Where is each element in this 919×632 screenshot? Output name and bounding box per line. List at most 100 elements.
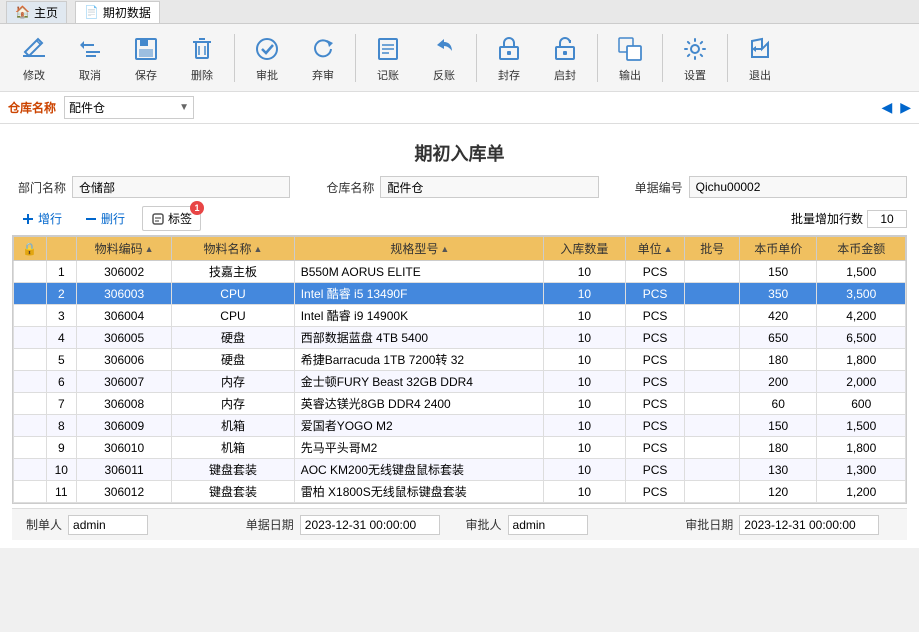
row-code[interactable]: 306003 xyxy=(77,283,172,305)
tag-button[interactable]: 标签 1 xyxy=(142,206,201,231)
dept-input[interactable] xyxy=(72,176,290,198)
row-lock xyxy=(14,327,47,349)
row-unit: PCS xyxy=(625,327,685,349)
account-button[interactable]: 记账 xyxy=(362,30,414,86)
reversal-icon xyxy=(428,33,460,65)
table-row[interactable]: 5 306006 硬盘 希捷Barracuda 1TB 7200转 32 10 … xyxy=(14,349,906,371)
row-qty: 10 xyxy=(544,305,626,327)
row-num: 4 xyxy=(46,327,76,349)
row-num: 7 xyxy=(46,393,76,415)
docnum-input[interactable] xyxy=(689,176,907,198)
row-spec: B550M AORUS ELITE xyxy=(294,261,543,283)
row-qty: 10 xyxy=(544,327,626,349)
warehouse-select[interactable]: 配件仓 ▼ xyxy=(64,96,194,119)
table-row[interactable]: 2 306003 CPU Intel 酷睿 i5 13490F 10 PCS 3… xyxy=(14,283,906,305)
table-row[interactable]: 6 306007 内存 金士顿FURY Beast 32GB DDR4 10 P… xyxy=(14,371,906,393)
export-button[interactable]: 输出 xyxy=(604,30,656,86)
row-amount: 4,200 xyxy=(817,305,906,327)
row-batch xyxy=(685,459,739,481)
unseal-button[interactable]: 启封 xyxy=(539,30,591,86)
approve-button[interactable]: 审批 xyxy=(241,30,293,86)
row-code[interactable]: 306006 xyxy=(77,349,172,371)
th-code-sort-icon[interactable]: ▲ xyxy=(145,244,154,254)
row-name: 键盘套装 xyxy=(172,481,294,503)
row-batch xyxy=(685,305,739,327)
warehouse-name-label: 仓库名称 xyxy=(320,177,380,198)
toolbar-sep-5 xyxy=(662,34,663,82)
abandon-button[interactable]: 弃审 xyxy=(297,30,349,86)
nav-prev-icon[interactable]: ◀ xyxy=(881,99,892,116)
approver-input[interactable] xyxy=(508,515,588,535)
approve-label: 审批 xyxy=(256,67,278,83)
cancel-button[interactable]: 取消 xyxy=(64,30,116,86)
th-name-sort-icon[interactable]: ▲ xyxy=(254,244,263,254)
approvedate-input[interactable] xyxy=(739,515,879,535)
th-unit[interactable]: 单位 ▲ xyxy=(625,237,685,261)
table-row[interactable]: 7 306008 内存 英睿达镁光8GB DDR4 2400 10 PCS 60… xyxy=(14,393,906,415)
settings-button[interactable]: 设置 xyxy=(669,30,721,86)
title-bar: 🏠 主页 📄 期初数据 xyxy=(0,0,919,24)
edit-button[interactable]: 修改 xyxy=(8,30,60,86)
table-row[interactable]: 4 306005 硬盘 西部数据蓝盘 4TB 5400 10 PCS 650 6… xyxy=(14,327,906,349)
row-lock xyxy=(14,371,47,393)
batch-add-input[interactable] xyxy=(867,210,907,228)
save-button[interactable]: 保存 xyxy=(120,30,172,86)
th-spec[interactable]: 规格型号 ▲ xyxy=(294,237,543,261)
table-row[interactable]: 9 306010 机箱 先马平头哥M2 10 PCS 180 1,800 xyxy=(14,437,906,459)
settings-icon xyxy=(679,33,711,65)
tag-badge: 1 xyxy=(190,201,204,215)
table-row[interactable]: 8 306009 机箱 爱国者YOGO M2 10 PCS 150 1,500 xyxy=(14,415,906,437)
th-code[interactable]: 物料编码 ▲ xyxy=(77,237,172,261)
row-code[interactable]: 306012 xyxy=(77,481,172,503)
th-spec-sort-icon[interactable]: ▲ xyxy=(440,244,449,254)
th-unit-sort-icon[interactable]: ▲ xyxy=(664,244,673,254)
row-code[interactable]: 306005 xyxy=(77,327,172,349)
th-qty-label: 入库数量 xyxy=(560,242,608,256)
delete-row-button[interactable]: 删行 xyxy=(75,206,134,231)
row-num: 6 xyxy=(46,371,76,393)
warehouse-label: 仓库名称 xyxy=(8,99,56,116)
row-code[interactable]: 306007 xyxy=(77,371,172,393)
table-row[interactable]: 1 306002 技嘉主板 B550M AORUS ELITE 10 PCS 1… xyxy=(14,261,906,283)
toolbar-sep-6 xyxy=(727,34,728,82)
delete-row-label: 删行 xyxy=(101,210,125,227)
row-qty: 10 xyxy=(544,481,626,503)
row-price: 650 xyxy=(739,327,817,349)
row-num: 2 xyxy=(46,283,76,305)
row-code[interactable]: 306002 xyxy=(77,261,172,283)
row-code[interactable]: 306009 xyxy=(77,415,172,437)
creator-input[interactable] xyxy=(68,515,148,535)
add-row-button[interactable]: 增行 xyxy=(12,206,71,231)
row-amount: 6,500 xyxy=(817,327,906,349)
tab-qichu[interactable]: 📄 期初数据 xyxy=(75,1,160,23)
form-row: 部门名称 仓库名称 单据编号 xyxy=(12,176,907,198)
row-code[interactable]: 306010 xyxy=(77,437,172,459)
abandon-icon xyxy=(307,33,339,65)
seal-button[interactable]: 封存 xyxy=(483,30,535,86)
row-batch xyxy=(685,415,739,437)
reversal-label: 反账 xyxy=(433,67,455,83)
tab-home[interactable]: 🏠 主页 xyxy=(6,1,67,23)
row-unit: PCS xyxy=(625,481,685,503)
save-label: 保存 xyxy=(135,67,157,83)
th-name[interactable]: 物料名称 ▲ xyxy=(172,237,294,261)
row-num: 3 xyxy=(46,305,76,327)
nav-next-icon[interactable]: ▶ xyxy=(900,99,911,116)
table-row[interactable]: 3 306004 CPU Intel 酷睿 i9 14900K 10 PCS 4… xyxy=(14,305,906,327)
settings-label: 设置 xyxy=(684,67,706,83)
data-table-wrapper: 🔒 物料编码 ▲ 物料名称 ▲ xyxy=(12,235,907,504)
exit-label: 退出 xyxy=(749,67,771,83)
account-icon xyxy=(372,33,404,65)
table-row[interactable]: 10 306011 键盘套装 AOC KM200无线键盘鼠标套装 10 PCS … xyxy=(14,459,906,481)
docdate-input[interactable] xyxy=(300,515,440,535)
delete-button[interactable]: 删除 xyxy=(176,30,228,86)
add-row-icon xyxy=(21,212,35,226)
exit-button[interactable]: 退出 xyxy=(734,30,786,86)
row-code[interactable]: 306011 xyxy=(77,459,172,481)
row-code[interactable]: 306004 xyxy=(77,305,172,327)
row-code[interactable]: 306008 xyxy=(77,393,172,415)
warehouse-name-input[interactable] xyxy=(380,176,598,198)
th-qty: 入库数量 xyxy=(544,237,626,261)
reversal-button[interactable]: 反账 xyxy=(418,30,470,86)
table-row[interactable]: 11 306012 键盘套装 雷柏 X1800S无线鼠标键盘套装 10 PCS … xyxy=(14,481,906,503)
